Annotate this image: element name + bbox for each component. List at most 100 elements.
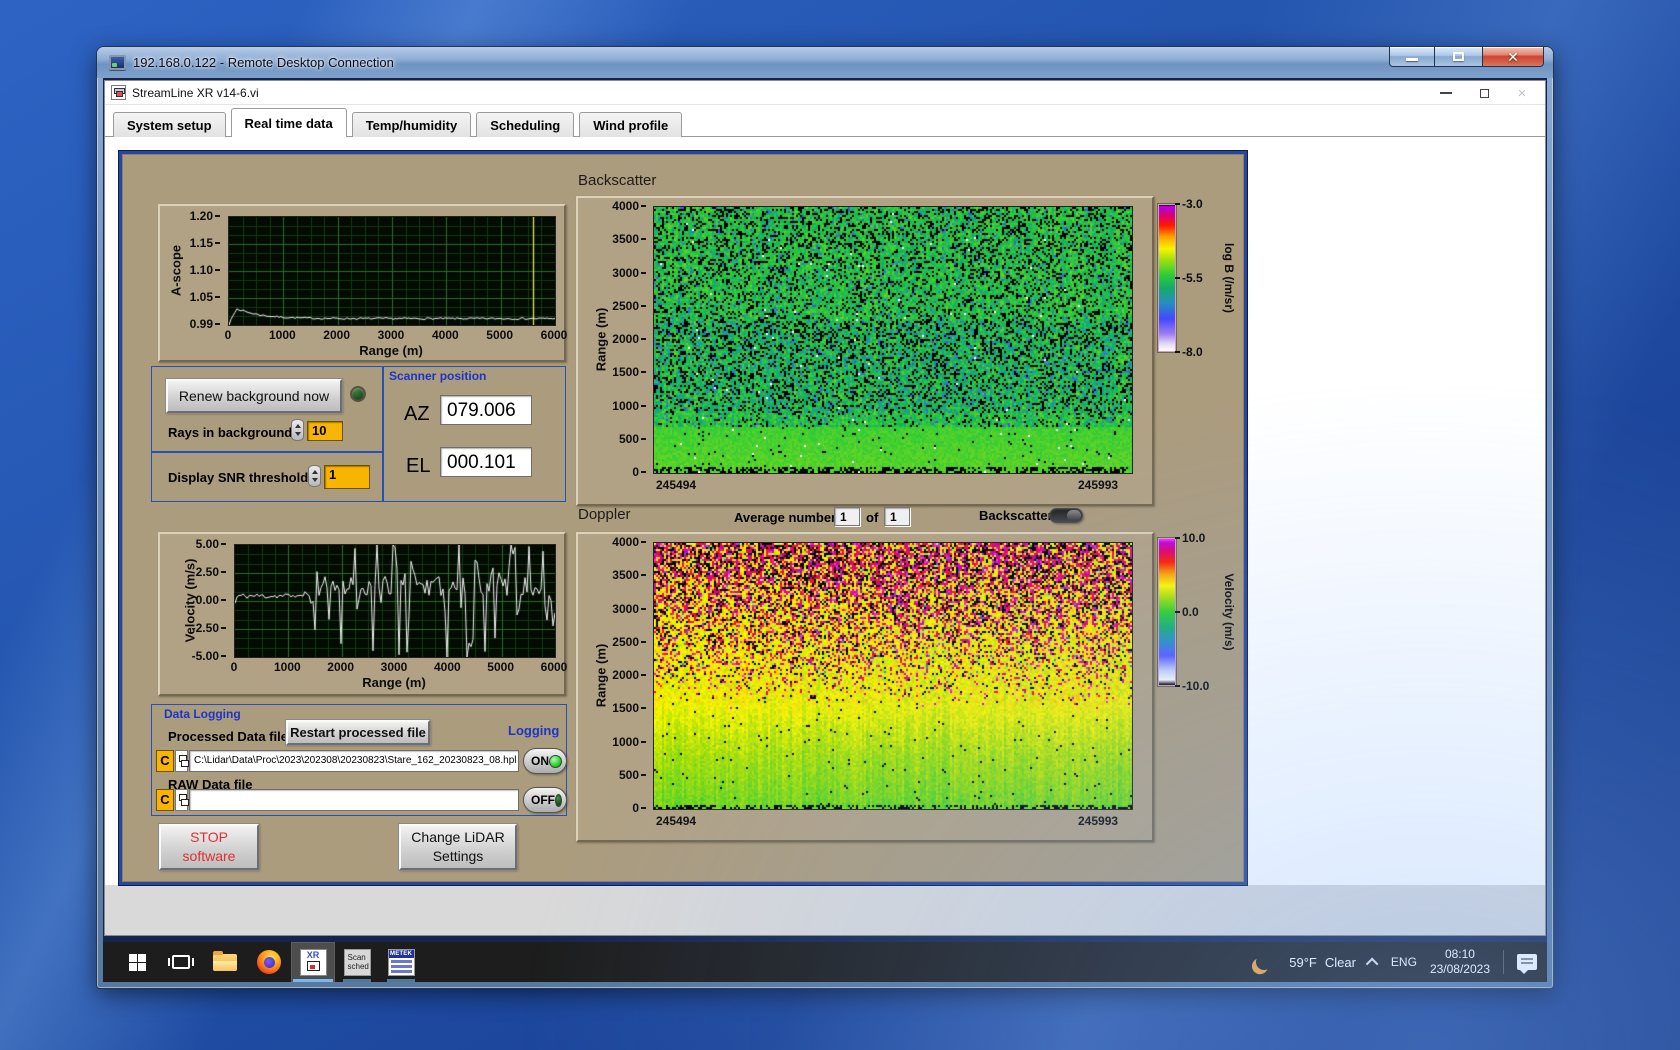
app-restore-button[interactable] xyxy=(1465,82,1503,104)
tick-label: 500 xyxy=(618,431,647,446)
rdp-window-title: 192.168.0.122 - Remote Desktop Connectio… xyxy=(133,55,394,70)
rdp-window: 192.168.0.122 - Remote Desktop Connectio… xyxy=(97,47,1553,988)
change-settings-line2: Settings xyxy=(432,848,484,864)
rdp-titlebar[interactable]: 192.168.0.122 - Remote Desktop Connectio… xyxy=(97,47,1553,78)
open-app-indicator xyxy=(343,979,371,982)
colorbar-tick-label: 0.0 xyxy=(1175,605,1199,619)
change-lidar-settings-button[interactable]: Change LiDAR Settings xyxy=(399,824,517,870)
weather-widget[interactable]: 59°F Clear xyxy=(1289,955,1356,970)
language-indicator[interactable]: ENG xyxy=(1391,955,1417,969)
close-button[interactable]: ✕ xyxy=(1482,47,1544,67)
tab-wind-profile[interactable]: Wind profile xyxy=(579,112,683,137)
tick-label: 2500 xyxy=(612,634,646,649)
app-titlebar[interactable]: StreamLine XR v14-6.vi × xyxy=(105,81,1545,105)
raw-path-field[interactable] xyxy=(189,789,519,811)
rays-value-field[interactable]: 10 xyxy=(307,421,343,441)
processed-logging-on-button[interactable]: ON xyxy=(523,748,567,774)
doppler-colorbar-gradient xyxy=(1158,538,1176,686)
velocity-plot-area[interactable] xyxy=(234,544,556,658)
processed-data-file-label: Processed Data file xyxy=(168,729,288,744)
backscatter-plot-area[interactable] xyxy=(653,206,1133,474)
tick-label: 2000 xyxy=(323,328,351,342)
tab-real-time-data[interactable]: Real time data xyxy=(230,108,347,137)
ascope-plot-area[interactable] xyxy=(228,216,556,326)
streamline-xr-taskbar-button[interactable]: XR xyxy=(291,942,335,982)
raw-drive-box[interactable]: C xyxy=(156,789,174,811)
colorbar-tick-label: -3.0 xyxy=(1175,197,1203,211)
rays-spinner[interactable] xyxy=(291,419,304,441)
app-close-button[interactable]: × xyxy=(1503,82,1541,104)
background-box: Renew background now Rays in background … xyxy=(151,366,383,452)
processed-drive-box[interactable]: C xyxy=(156,750,174,772)
renew-background-button[interactable]: Renew background now xyxy=(166,379,342,413)
az-value-field[interactable]: 079.006 xyxy=(440,395,532,425)
rays-in-background-label: Rays in background xyxy=(168,425,293,440)
snr-spinner[interactable] xyxy=(308,465,321,487)
backscatter-y-axis-label: Range (m) xyxy=(593,307,609,372)
el-value-field[interactable]: 000.101 xyxy=(440,447,532,477)
backscatter-graph: Range (m) 4000 3500 3000 2500 2000 1500 1000 50… xyxy=(576,196,1154,506)
tick-label: 1500 xyxy=(612,701,646,716)
metek-icon-text: METEK xyxy=(388,949,414,958)
average-number-field[interactable]: 1 xyxy=(834,507,860,526)
change-settings-line1: Change LiDAR xyxy=(411,829,505,845)
firefox-button[interactable] xyxy=(247,942,291,982)
tick-label: 3000 xyxy=(612,265,646,280)
scan-scheduler-icon: Scan sched xyxy=(343,948,371,976)
hidden-icons-chevron[interactable] xyxy=(1365,957,1379,970)
ascope-x-ticks: 0 1000 2000 3000 4000 5000 6000 xyxy=(224,328,568,342)
stop-label-line2: software xyxy=(182,848,236,864)
tab-scheduling[interactable]: Scheduling xyxy=(476,112,575,137)
tick-label: 0.00 xyxy=(195,593,227,607)
snr-value-field[interactable]: 1 xyxy=(324,465,370,489)
remote-desktop: StreamLine XR v14-6.vi × System setup Re… xyxy=(103,78,1547,982)
tick-label: 3000 xyxy=(612,601,646,616)
restart-processed-file-button[interactable]: Restart processed file xyxy=(286,720,430,745)
doppler-plot-area[interactable] xyxy=(653,542,1133,810)
average-number-label: Average number xyxy=(734,510,837,525)
clock[interactable]: 08:10 23/08/2023 xyxy=(1430,947,1490,977)
scanner-position-title: Scanner position xyxy=(389,369,487,383)
streamline-xr-icon: XR xyxy=(299,948,327,976)
minimize-button[interactable] xyxy=(1389,47,1435,67)
clock-time: 08:10 xyxy=(1444,947,1475,961)
app-minimize-button[interactable] xyxy=(1427,82,1465,104)
snr-threshold-label: Display SNR threshold xyxy=(168,470,309,485)
tick-label: -5.00 xyxy=(191,649,227,663)
tick-label: 0 xyxy=(224,328,232,342)
colorbar-tick-label: -8.0 xyxy=(1175,345,1203,359)
backscatter-toggle[interactable] xyxy=(1049,508,1083,523)
backscatter-toggle-label: Backscatter xyxy=(979,508,1053,523)
tick-label: 4000 xyxy=(612,535,646,549)
scan-scheduler-taskbar-button[interactable]: Scan sched xyxy=(335,942,379,982)
weather-moon-icon[interactable] xyxy=(1254,952,1274,972)
snr-threshold-box: Display SNR threshold 1 xyxy=(151,452,383,502)
metek-icon: METEK xyxy=(387,948,415,976)
task-view-button[interactable] xyxy=(159,942,203,982)
raw-logging-off-button[interactable]: OFF xyxy=(523,787,567,813)
average-total-field[interactable]: 1 xyxy=(884,507,910,526)
processed-path-field[interactable]: C:\Lidar\Data\Proc\2023\202308\20230823\… xyxy=(189,750,519,772)
stop-software-button[interactable]: STOP software xyxy=(159,824,259,870)
tab-temp-humidity[interactable]: Temp/humidity xyxy=(351,112,472,137)
data-logging-title: Data Logging xyxy=(164,707,241,721)
doppler-y-ticks: 4000 3500 3000 2500 2000 1500 1000 500 0 xyxy=(578,535,648,815)
processed-browse-icon[interactable] xyxy=(175,750,189,772)
task-view-icon xyxy=(168,955,194,969)
start-button[interactable] xyxy=(115,942,159,982)
velocity-x-ticks: 0 1000 2000 3000 4000 5000 6000 xyxy=(231,660,568,674)
notification-center-icon[interactable] xyxy=(1517,954,1537,974)
tick-label: 1.10 xyxy=(189,263,221,277)
backscatter-colorbar-gradient xyxy=(1158,204,1176,352)
velocity-y-axis-label: Velocity (m/s) xyxy=(182,558,198,643)
raw-browse-icon[interactable] xyxy=(175,789,189,811)
tab-system-setup[interactable]: System setup xyxy=(113,112,226,137)
tick-label: 2000 xyxy=(612,332,646,346)
metek-taskbar-button[interactable]: METEK xyxy=(379,942,423,982)
file-explorer-button[interactable] xyxy=(203,942,247,982)
backscatter-colorbar-ticks: -3.0 -5.5 -8.0 xyxy=(1175,197,1228,359)
real-time-data-page: A-scope 1.20 1.15 1.10 1.05 0.99 0 1000 2000 30… xyxy=(105,137,1545,935)
maximize-button[interactable] xyxy=(1435,47,1482,67)
tick-label: 1000 xyxy=(612,734,646,749)
tab-label: Wind profile xyxy=(593,117,669,133)
